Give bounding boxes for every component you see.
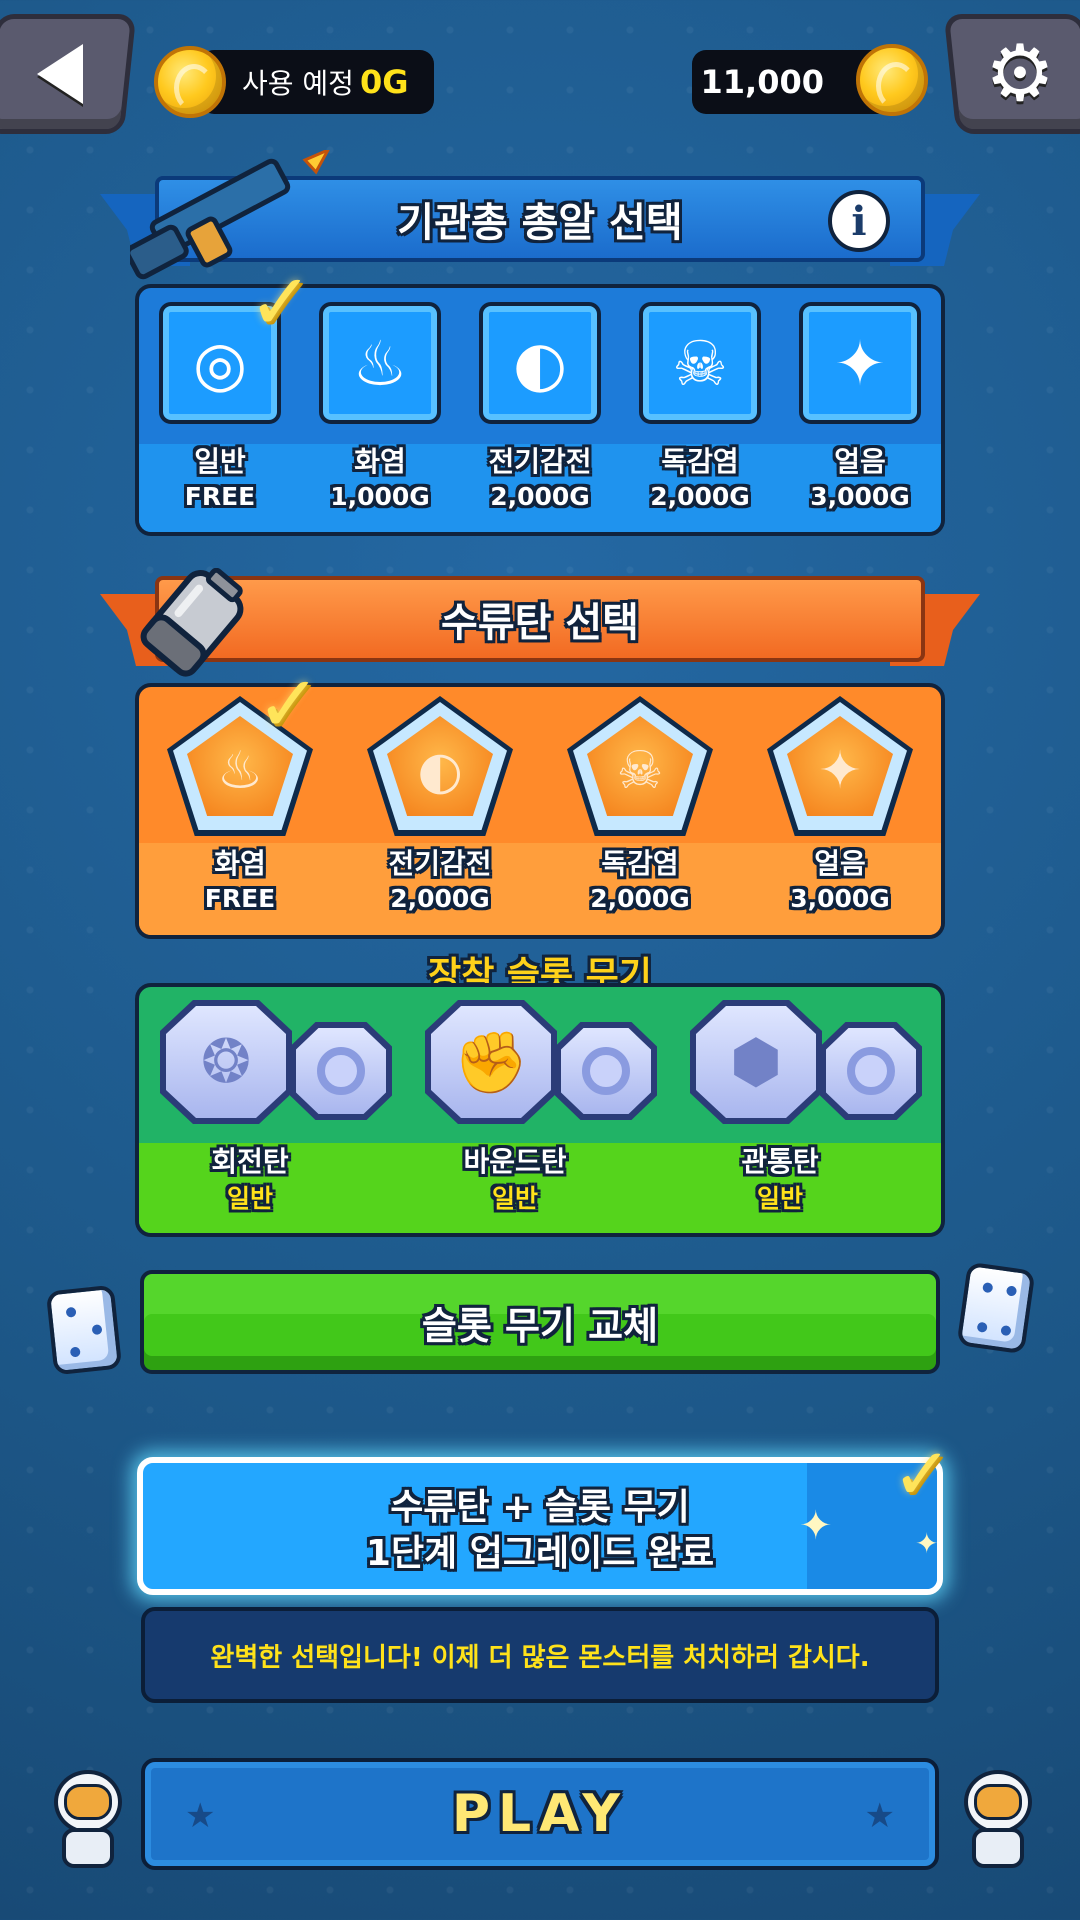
spinning-ball-icon: ❂ bbox=[166, 1006, 286, 1118]
hex-nut-icon: ⬢ bbox=[696, 1006, 816, 1118]
grenade-option-price: FREE bbox=[204, 884, 276, 913]
back-arrow-icon bbox=[37, 44, 83, 104]
dice-icon bbox=[45, 1284, 123, 1376]
planned-cost-display: 사용 예정 0G bbox=[200, 50, 434, 114]
bullet-option-price: 3,000G bbox=[810, 482, 910, 511]
slot-weapon-name: 회전탄 bbox=[211, 1145, 289, 1178]
bullet-option-name: 전기감전 bbox=[488, 445, 592, 478]
gear-icon: ⚙ bbox=[985, 29, 1055, 119]
grenade-option[interactable]: ☠ 독감염 2,000G bbox=[560, 696, 720, 916]
dice-icon bbox=[956, 1261, 1036, 1355]
bullet-option-price: 1,000G bbox=[330, 482, 430, 511]
sparkle-icon: ✦ bbox=[915, 1527, 939, 1560]
grenade-option-price: 2,000G bbox=[590, 884, 690, 913]
sparkle-icon: ✦ bbox=[799, 1503, 833, 1549]
astronaut-icon bbox=[48, 1770, 128, 1870]
play-button-label: PLAY bbox=[451, 1784, 629, 1844]
upgrade-complete-banner: 수류탄 + 슬롯 무기 1단계 업그레이드 완료 ✦ ✦ bbox=[137, 1457, 943, 1595]
checkmark-icon: ✓ bbox=[248, 258, 314, 348]
grenade-option-name: 화염 bbox=[214, 847, 266, 880]
back-button[interactable] bbox=[0, 14, 137, 134]
grenade-option-name: 독감염 bbox=[601, 847, 679, 880]
planned-cost-label: 사용 예정 bbox=[242, 67, 354, 100]
bullet-option-name: 화염 bbox=[354, 445, 406, 478]
empty-slot-ring-icon bbox=[582, 1047, 630, 1095]
grenade-option-price: 3,000G bbox=[790, 884, 890, 913]
boxing-glove-icon: ✊ bbox=[431, 1006, 551, 1118]
coin-icon bbox=[154, 46, 226, 118]
result-message: 완벽한 선택입니다! 이제 더 많은 몬스터를 처치하러 갑시다. bbox=[141, 1607, 939, 1703]
slot-weapon-frame[interactable]: ⬢ bbox=[690, 1000, 822, 1124]
grenade-title: 수류탄 선택 bbox=[155, 576, 925, 662]
checkmark-icon: ✓ bbox=[256, 660, 322, 750]
slot-weapon-frame[interactable]: ❂ bbox=[160, 1000, 292, 1124]
bullet-option[interactable]: ◐ 전기감전 2,000G bbox=[460, 302, 620, 514]
bullet-option-price: 2,000G bbox=[490, 482, 590, 511]
flame-icon: ♨ bbox=[319, 302, 441, 424]
slot-weapon-grade: 일반 bbox=[491, 1184, 538, 1213]
bullet-option-name: 독감염 bbox=[661, 445, 739, 478]
bullet-option-price: 2,000G bbox=[650, 482, 750, 511]
planned-cost-value: 0G bbox=[360, 63, 409, 101]
electric-swirl-icon: ◐ bbox=[479, 302, 601, 424]
star-icon: ★ bbox=[864, 1796, 895, 1836]
bullet-option[interactable]: ♨ 화염 1,000G bbox=[300, 302, 460, 514]
checkmark-icon: ✓ bbox=[892, 1432, 953, 1516]
empty-slot-ring-icon bbox=[847, 1047, 895, 1095]
empty-slot[interactable] bbox=[820, 1022, 922, 1120]
slot-weapon-grade: 일반 bbox=[226, 1184, 273, 1213]
empty-slot[interactable] bbox=[290, 1022, 392, 1120]
swap-slot-weapon-button[interactable]: 슬롯 무기 교체 bbox=[140, 1270, 940, 1374]
grenade-icon bbox=[140, 568, 244, 677]
slot-weapon-name: 관통탄 bbox=[741, 1145, 819, 1178]
astronaut-icon bbox=[958, 1770, 1038, 1870]
bullet-option[interactable]: ✦ 얼음 3,000G bbox=[780, 302, 940, 514]
bullet-option-price: FREE bbox=[184, 482, 256, 511]
slot-weapon-frame[interactable]: ✊ bbox=[425, 1000, 557, 1124]
star-icon: ★ bbox=[185, 1796, 216, 1836]
slot-weapon-name: 바운드탄 bbox=[463, 1145, 567, 1178]
poison-skull-icon: ☠ bbox=[639, 302, 761, 424]
settings-button[interactable]: ⚙ bbox=[943, 14, 1080, 134]
bullet-option-name: 일반 bbox=[194, 445, 246, 478]
grenade-option[interactable]: ◐ 전기감전 2,000G bbox=[360, 696, 520, 916]
gold-balance-value: 11,000 bbox=[700, 63, 824, 101]
grenade-option-name: 얼음 bbox=[814, 847, 866, 880]
coin-icon bbox=[856, 44, 928, 116]
grenade-option[interactable]: ✦ 얼음 3,000G bbox=[760, 696, 920, 916]
ice-star-icon: ✦ bbox=[799, 302, 921, 424]
empty-slot-ring-icon bbox=[317, 1047, 365, 1095]
grenade-option-name: 전기감전 bbox=[388, 847, 492, 880]
bullet-option[interactable]: ☠ 독감염 2,000G bbox=[620, 302, 780, 514]
play-button[interactable]: ★ PLAY ★ bbox=[141, 1758, 939, 1870]
bullet-option-name: 얼음 bbox=[834, 445, 886, 478]
empty-slot[interactable] bbox=[555, 1022, 657, 1120]
slot-weapon-grade: 일반 bbox=[756, 1184, 803, 1213]
info-button[interactable]: i bbox=[828, 190, 890, 252]
grenade-option-price: 2,000G bbox=[390, 884, 490, 913]
